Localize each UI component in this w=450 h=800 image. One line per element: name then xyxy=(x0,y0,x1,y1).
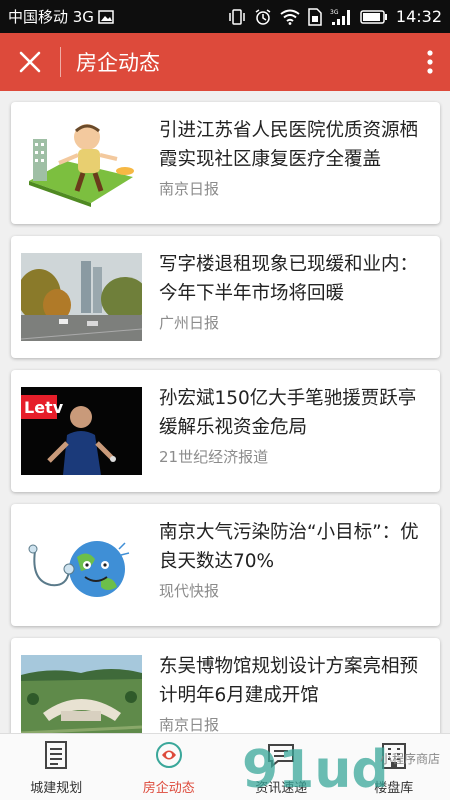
tab-label: 城建规划 xyxy=(30,781,83,796)
article-thumbnail xyxy=(21,253,142,341)
building-icon xyxy=(379,740,409,770)
tab-label: 房企动态 xyxy=(142,781,195,796)
alarm-icon xyxy=(254,8,272,26)
article-title: 孙宏斌150亿大手笔驰援贾跃亭缓解乐视资金危局 xyxy=(159,388,417,438)
document-icon xyxy=(41,740,71,770)
article-source: 21世纪经济报道 xyxy=(159,448,269,466)
tab-city-planning[interactable]: 城建规划 xyxy=(0,734,113,800)
tab-developer-news[interactable]: 房企动态 xyxy=(113,734,226,800)
article-title: 写字楼退租现象已现缓和业内：今年下半年市场将回暖 xyxy=(159,254,419,304)
article-list[interactable]: 引进江苏省人民医院优质资源栖霞实现社区康复医疗全覆盖 南京日报 写字楼退租现象已… xyxy=(0,91,450,733)
svg-text:3G: 3G xyxy=(330,9,339,16)
article-thumbnail xyxy=(21,655,142,733)
article-title: 引进江苏省人民医院优质资源栖霞实现社区康复医疗全覆盖 xyxy=(159,120,419,170)
wifi-icon xyxy=(280,9,300,25)
news-icon xyxy=(154,740,184,770)
vibrate-icon xyxy=(228,8,246,25)
tab-news-express[interactable]: 资讯速递 xyxy=(225,734,338,800)
svg-text:Letv: Letv xyxy=(24,398,64,417)
close-icon xyxy=(19,51,41,73)
more-menu-button[interactable] xyxy=(410,33,450,91)
article-source: 现代快报 xyxy=(159,582,220,600)
more-vertical-icon xyxy=(427,50,433,74)
close-button[interactable] xyxy=(0,33,60,91)
signal-3g-icon: 3G xyxy=(330,8,352,26)
article-title: 南京大气污染防治“小目标”：优良天数达70% xyxy=(159,522,419,572)
carrier-label: 中国移动 3G xyxy=(8,8,94,26)
article-source: 广州日报 xyxy=(159,314,220,332)
article-title: 东吴博物馆规划设计方案亮相预计明年6月建成开馆 xyxy=(159,656,419,706)
article-card[interactable]: 写字楼退租现象已现缓和业内：今年下半年市场将回暖 广州日报 xyxy=(11,236,440,358)
article-thumbnail: Letv xyxy=(21,387,142,475)
article-card[interactable]: 南京大气污染防治“小目标”：优良天数达70% 现代快报 xyxy=(11,504,440,626)
tab-property-library[interactable]: 楼盘库 xyxy=(338,734,450,800)
header-divider xyxy=(60,47,61,77)
article-source: 南京日报 xyxy=(159,716,220,733)
battery-icon xyxy=(360,9,388,24)
clock-time: 14:32 xyxy=(395,7,442,26)
tab-label: 楼盘库 xyxy=(374,781,414,796)
image-notification-icon xyxy=(98,9,114,24)
article-card[interactable]: 东吴博物馆规划设计方案亮相预计明年6月建成开馆 南京日报 xyxy=(11,638,440,733)
sim-card-icon xyxy=(308,7,322,26)
article-thumbnail xyxy=(21,119,142,207)
status-bar: 中国移动 3G 3G 14:32 xyxy=(0,0,450,33)
article-card[interactable]: Letv 孙宏斌150亿大手笔驰援贾跃亭缓解乐视资金危局 21世纪经济报道 xyxy=(11,370,440,492)
article-thumbnail xyxy=(21,521,142,609)
article-card[interactable]: 引进江苏省人民医院优质资源栖霞实现社区康复医疗全覆盖 南京日报 xyxy=(11,102,440,224)
app-bar: 房企动态 xyxy=(0,33,450,91)
bottom-tab-bar: 城建规划 房企动态 资讯速递 楼盘库 xyxy=(0,733,450,800)
tab-label: 资讯速递 xyxy=(255,781,308,796)
chat-icon xyxy=(266,740,296,770)
page-title: 房企动态 xyxy=(76,51,160,75)
article-source: 南京日报 xyxy=(159,180,220,198)
